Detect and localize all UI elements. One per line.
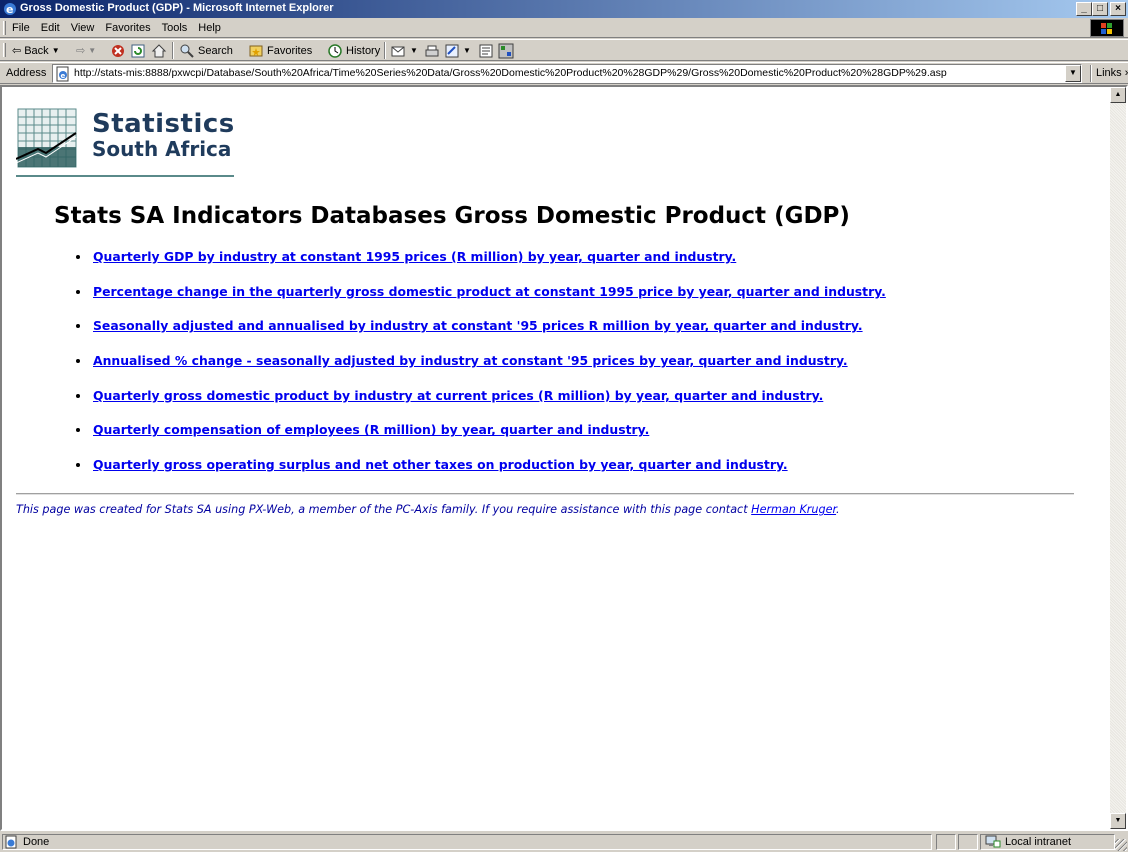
address-url: http://stats-mis:8888/pxwcpi/Database/So…	[74, 67, 947, 79]
messenger-icon	[498, 43, 514, 58]
mail-icon	[391, 46, 405, 56]
status-cell	[958, 834, 978, 850]
home-icon	[151, 43, 167, 57]
horizontal-rule	[16, 493, 1074, 495]
history-icon	[328, 43, 342, 58]
search-label: Search	[198, 44, 233, 57]
forward-dropdown-icon: ▼	[88, 46, 97, 55]
favorites-label: Favorites	[267, 44, 313, 57]
favorites-button[interactable]: Favorites	[248, 42, 312, 59]
menu-bar: File Edit View Favorites Tools Help	[0, 18, 1128, 38]
page-footer: This page was created for Stats SA using…	[16, 503, 840, 516]
standard-toolbar: ⇦ Back ▼ ⇨ ▼ Search Favorites History ▼ …	[0, 39, 1128, 61]
stats-sa-logo[interactable]: Statistics South Africa	[16, 107, 234, 179]
menu-grip[interactable]	[3, 21, 6, 35]
menu-tools[interactable]: Tools	[162, 22, 188, 34]
status-cell	[936, 834, 956, 850]
zone-label: Local intranet	[1005, 836, 1072, 848]
dataset-link[interactable]: Quarterly gross operating surplus and ne…	[93, 457, 788, 472]
intranet-icon	[985, 835, 1001, 848]
menu-file[interactable]: File	[12, 22, 30, 34]
search-icon	[180, 44, 194, 58]
menu-view[interactable]: View	[71, 22, 95, 34]
security-zone[interactable]: Local intranet	[980, 834, 1115, 850]
window-title-bar[interactable]: e Gross Domestic Product (GDP) - Microso…	[0, 0, 1128, 18]
dataset-link[interactable]: Annualised % change - seasonally adjuste…	[93, 353, 848, 368]
links-button[interactable]: Links »	[1096, 67, 1128, 79]
window-title: Gross Domestic Product (GDP) - Microsoft…	[20, 2, 334, 14]
minimize-button[interactable]: _	[1076, 2, 1092, 16]
address-label: Address	[6, 67, 47, 79]
footer-end: .	[836, 503, 840, 516]
menu-edit[interactable]: Edit	[41, 22, 60, 34]
status-bar: Done Local intranet	[0, 832, 1128, 852]
windows-logo-icon	[1090, 19, 1124, 37]
logo-line-2: South Africa	[92, 137, 232, 161]
edit-button[interactable]: ▼	[444, 42, 471, 59]
search-button[interactable]: Search	[179, 42, 233, 59]
svg-text:e: e	[6, 3, 13, 16]
discuss-button[interactable]	[478, 42, 494, 59]
back-label: Back	[24, 44, 49, 57]
print-icon	[425, 45, 439, 56]
maximize-button[interactable]: □	[1092, 2, 1108, 16]
stop-button[interactable]	[110, 42, 126, 59]
logo-line-1: Statistics	[92, 109, 235, 139]
page-icon: e	[56, 66, 69, 82]
back-arrow-icon: ⇦	[12, 45, 22, 57]
logo-underline	[16, 175, 234, 177]
svg-text:e: e	[61, 72, 66, 80]
favorites-icon	[249, 45, 263, 56]
browser-content: Statistics South Africa Stats SA Indicat…	[0, 85, 1128, 831]
status-panel: Done	[2, 834, 932, 850]
forward-arrow-icon: ⇨	[76, 45, 86, 57]
forward-button[interactable]: ⇨ ▼	[76, 42, 96, 59]
scroll-down-icon[interactable]: ▼	[1110, 813, 1126, 829]
logo-text: Statistics South Africa	[92, 111, 235, 159]
address-input[interactable]: e http://stats-mis:8888/pxwcpi/Database/…	[52, 64, 1082, 83]
web-page: Statistics South Africa Stats SA Indicat…	[2, 87, 1110, 829]
menu-favorites[interactable]: Favorites	[105, 22, 150, 34]
ie-icon: e	[4, 3, 16, 16]
mail-dropdown-icon: ▼	[410, 46, 418, 55]
back-dropdown-icon: ▼	[51, 46, 60, 55]
menu-help[interactable]: Help	[198, 22, 221, 34]
address-dropdown-button[interactable]: ▼	[1065, 65, 1081, 82]
dataset-link[interactable]: Quarterly GDP by industry at constant 19…	[93, 249, 736, 264]
contact-link[interactable]: Herman Kruger	[751, 503, 836, 516]
edit-dropdown-icon: ▼	[463, 46, 471, 55]
dataset-link[interactable]: Quarterly gross domestic product by indu…	[93, 388, 823, 403]
vertical-scrollbar[interactable]: ▲ ▼	[1110, 87, 1126, 829]
mail-button[interactable]: ▼	[391, 42, 418, 59]
page-title: Stats SA Indicators Databases Gross Dome…	[54, 203, 850, 229]
history-label: History	[346, 44, 381, 57]
status-text: Done	[23, 836, 50, 848]
history-button[interactable]: History	[327, 42, 380, 59]
messenger-button[interactable]	[498, 42, 514, 59]
logo-grid-icon	[16, 108, 77, 168]
discuss-icon	[479, 44, 493, 57]
refresh-icon	[131, 44, 145, 57]
page-done-icon	[5, 835, 17, 849]
refresh-button[interactable]	[130, 42, 146, 59]
address-bar: Address e http://stats-mis:8888/pxwcpi/D…	[0, 62, 1128, 84]
home-button[interactable]	[151, 42, 167, 59]
edit-icon	[445, 44, 459, 57]
resize-grip[interactable]	[1115, 839, 1127, 851]
close-button[interactable]: ×	[1110, 2, 1126, 16]
footer-text: This page was created for Stats SA using…	[16, 503, 752, 516]
dataset-link[interactable]: Percentage change in the quarterly gross…	[93, 284, 886, 299]
dataset-link[interactable]: Seasonally adjusted and annualised by in…	[93, 318, 863, 333]
back-button[interactable]: ⇦ Back ▼	[12, 42, 60, 59]
stop-icon	[112, 44, 124, 57]
scroll-up-icon[interactable]: ▲	[1110, 87, 1126, 103]
print-button[interactable]	[424, 42, 440, 59]
dataset-link[interactable]: Quarterly compensation of employees (R m…	[93, 422, 649, 437]
toolbar-grip[interactable]	[3, 43, 6, 57]
